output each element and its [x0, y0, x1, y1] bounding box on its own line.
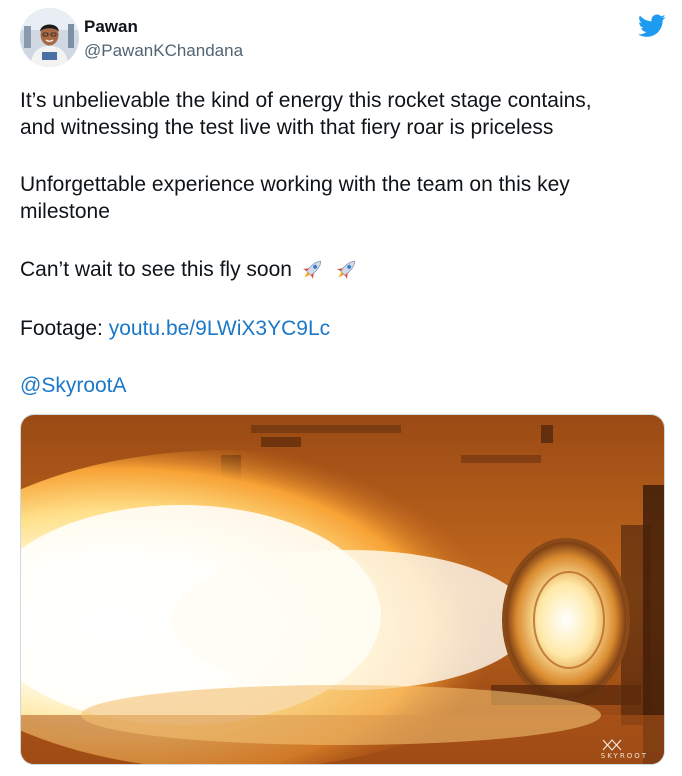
tweet-media-image[interactable]: SKYROOT — [20, 414, 665, 765]
twitter-bird-icon[interactable] — [638, 14, 666, 38]
watermark-text: SKYROOT — [600, 752, 648, 760]
tweet-text-line: It’s unbelievable the kind of energy thi… — [20, 89, 592, 112]
footage-link[interactable]: youtu.be/9LWiX3YC9Lc — [109, 317, 330, 340]
rocket-test-photo — [21, 415, 664, 764]
tweet-text-line: and witnessing the test live with that f… — [20, 116, 554, 139]
avatar-photo — [20, 8, 79, 67]
tweet-header: Pawan @PawanKChandana — [20, 8, 666, 68]
tweet-card: Pawan @PawanKChandana It’s unbelievable … — [0, 0, 682, 776]
tweet-text: Can’t wait to see this fly soon — [20, 258, 292, 281]
mention-line: @SkyrootA — [20, 373, 127, 399]
tweet-text-line: Unforgettable experience working with th… — [20, 173, 570, 196]
mention-link[interactable]: @SkyrootA — [20, 374, 127, 397]
tweet-text-line: Can’t wait to see this fly soon — [20, 256, 360, 283]
rocket-emoji-icon — [336, 260, 355, 279]
rocket-emoji-icon — [302, 260, 321, 279]
author-name[interactable]: Pawan — [84, 17, 138, 37]
footage-label: Footage: — [20, 317, 109, 340]
skyroot-watermark: SKYROOT — [601, 738, 648, 760]
tweet-text-line: milestone — [20, 200, 110, 223]
author-handle[interactable]: @PawanKChandana — [84, 41, 243, 61]
footage-line: Footage: youtu.be/9LWiX3YC9Lc — [20, 316, 330, 342]
avatar[interactable] — [20, 8, 79, 67]
skyroot-logo-icon — [602, 739, 622, 751]
